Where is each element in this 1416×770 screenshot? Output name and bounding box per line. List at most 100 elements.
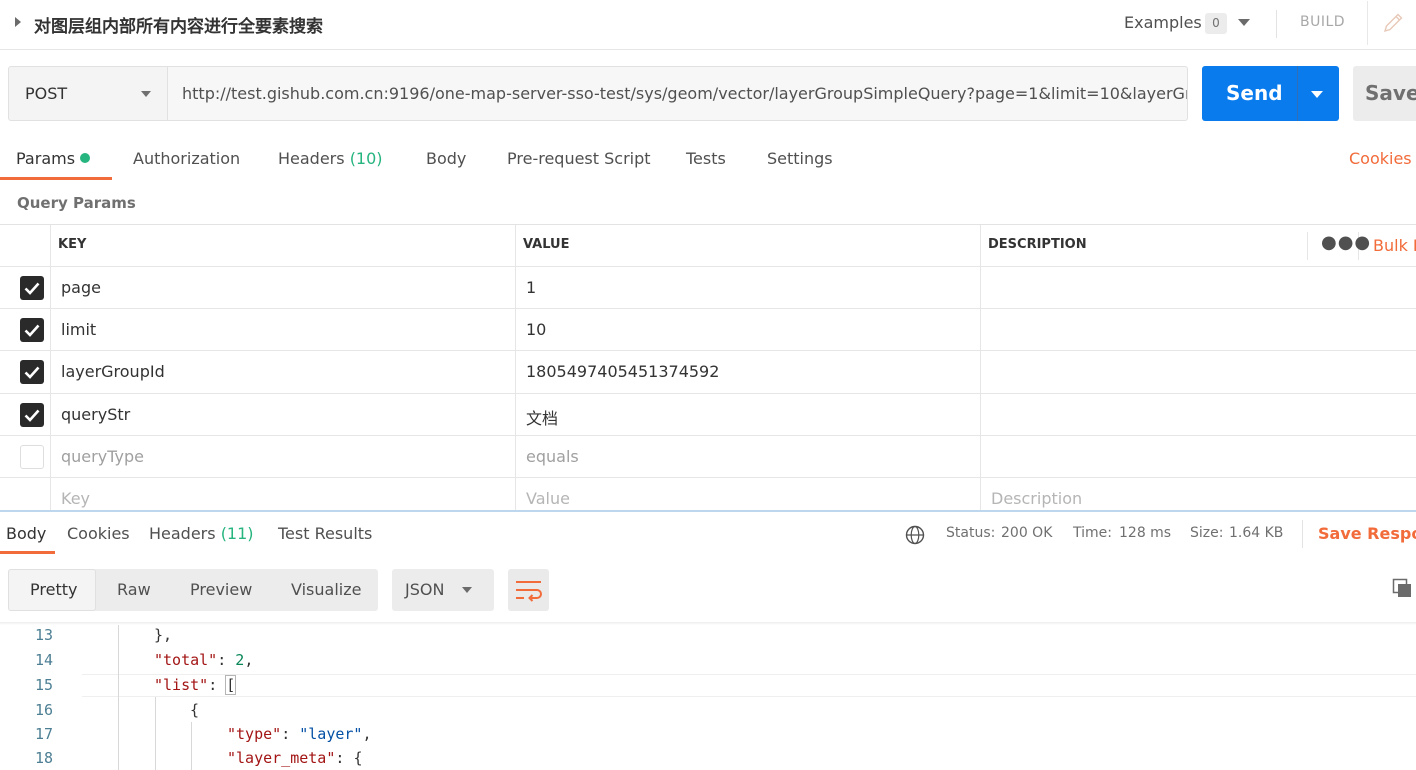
param-key[interactable]: limit	[61, 320, 96, 339]
tab-headers-label: Headers	[278, 149, 345, 168]
param-checkbox[interactable]	[20, 276, 44, 300]
new-key-input[interactable]: Key	[61, 489, 90, 508]
url-input[interactable]: http://test.gishub.com.cn:9196/one-map-s…	[167, 66, 1188, 121]
size-label: Size:	[1190, 525, 1224, 541]
column-header-description: DESCRIPTION	[988, 237, 1087, 252]
time-value[interactable]: 128 ms	[1119, 525, 1171, 541]
json-value: 2	[235, 651, 245, 669]
wrap-lines-button[interactable]	[508, 569, 549, 611]
tab-tests[interactable]: Tests	[686, 149, 726, 168]
time-label: Time:	[1073, 525, 1112, 541]
size-value[interactable]: 1.64 KB	[1229, 525, 1283, 541]
new-value-input[interactable]: Value	[526, 489, 570, 508]
chevron-down-icon	[462, 587, 472, 593]
view-pretty-button[interactable]: Pretty	[8, 569, 96, 611]
checkmark-icon	[24, 366, 40, 379]
response-tab-headers-label: Headers	[149, 524, 216, 543]
view-pretty-label: Pretty	[30, 580, 78, 599]
tab-params-label: Params	[16, 149, 76, 168]
status-divider	[1302, 520, 1303, 548]
save-label: Save	[1365, 81, 1416, 105]
param-value[interactable]: 1	[526, 278, 536, 297]
json-key: "type"	[227, 725, 282, 743]
new-description-input[interactable]: Description	[991, 489, 1082, 508]
param-key[interactable]: layerGroupId	[61, 362, 165, 381]
tab-authorization[interactable]: Authorization	[133, 149, 240, 168]
tab-prerequest-script[interactable]: Pre-request Script	[507, 149, 651, 168]
format-select[interactable]: JSON	[392, 569, 494, 611]
tab-settings[interactable]: Settings	[767, 149, 833, 168]
row-divider	[0, 477, 1416, 478]
request-title-bar: 对图层组内部所有内容进行全要素搜索 Examples 0 BUILD	[0, 0, 1416, 50]
column-header-value: VALUE	[523, 237, 570, 252]
param-checkbox[interactable]	[20, 445, 44, 469]
row-divider	[0, 435, 1416, 436]
edit-mode-button[interactable]	[1367, 1, 1416, 45]
param-checkbox[interactable]	[20, 360, 44, 384]
json-sep: :	[335, 749, 354, 767]
view-raw-button[interactable]: Raw	[117, 580, 151, 599]
response-code-editor[interactable]: 13 }, 14 "total": 2, 15 "list": [ 16 { 1…	[0, 626, 1416, 770]
response-pane-divider[interactable]	[0, 510, 1416, 512]
param-value[interactable]: 10	[526, 320, 546, 339]
format-label: JSON	[405, 580, 445, 599]
copy-icon[interactable]	[1392, 578, 1414, 604]
code-text: {	[190, 701, 200, 719]
method-label: POST	[25, 84, 68, 103]
param-key[interactable]: queryStr	[61, 405, 130, 424]
response-tab-body[interactable]: Body	[6, 524, 46, 543]
row-divider	[0, 393, 1416, 394]
tab-headers[interactable]: Headers (10)	[278, 149, 383, 168]
response-tab-test-results[interactable]: Test Results	[278, 524, 372, 543]
response-tab-headers[interactable]: Headers (11)	[149, 524, 254, 543]
chevron-down-icon	[141, 91, 151, 97]
send-button[interactable]: Send	[1202, 66, 1339, 121]
globe-icon[interactable]	[904, 524, 926, 550]
code-line: "total": 2,	[154, 651, 253, 669]
tab-body[interactable]: Body	[426, 149, 466, 168]
json-key: "total"	[154, 651, 218, 669]
collapse-caret-icon[interactable]	[15, 17, 21, 27]
title-divider	[1276, 10, 1277, 38]
row-divider	[0, 350, 1416, 351]
line-number: 14	[35, 651, 54, 669]
param-value[interactable]: 文档	[526, 405, 558, 429]
send-options-chevron-icon[interactable]	[1311, 91, 1323, 98]
line-number: 17	[35, 725, 54, 743]
send-label: Send	[1226, 81, 1283, 105]
view-mode-group: Pretty Raw Preview Visualize	[8, 569, 378, 611]
param-key[interactable]: page	[61, 278, 101, 297]
param-value[interactable]: equals	[526, 447, 579, 466]
build-mode-button[interactable]: BUILD	[1300, 14, 1345, 30]
view-visualize-button[interactable]: Visualize	[291, 580, 361, 599]
json-sep: :	[217, 651, 236, 669]
examples-button[interactable]: Examples	[1124, 13, 1202, 32]
row-divider	[0, 308, 1416, 309]
examples-dropdown-icon[interactable]	[1238, 19, 1250, 26]
view-preview-button[interactable]: Preview	[190, 580, 252, 599]
status-value[interactable]: 200 OK	[1001, 525, 1052, 541]
param-key[interactable]: queryType	[61, 447, 144, 466]
params-tab-underline	[0, 177, 112, 180]
wrap-lines-icon	[516, 581, 542, 602]
cookies-link[interactable]: Cookies	[1349, 149, 1412, 168]
params-active-dot-icon	[80, 153, 91, 163]
column-divider	[1307, 232, 1308, 260]
column-header-key: KEY	[58, 237, 87, 252]
more-options-icon[interactable]: ●●●	[1321, 232, 1371, 253]
editor-top-shadow	[0, 622, 1416, 625]
pencil-icon	[1383, 13, 1403, 33]
save-response-button[interactable]: Save Respon	[1318, 524, 1416, 543]
request-name[interactable]: 对图层组内部所有内容进行全要素搜索	[34, 12, 323, 37]
table-top-border	[0, 224, 1416, 225]
param-checkbox[interactable]	[20, 318, 44, 342]
method-select[interactable]: POST	[8, 66, 168, 121]
bulk-edit-link[interactable]: Bulk E	[1373, 236, 1416, 255]
line-number: 16	[35, 701, 54, 719]
line-number: 13	[35, 626, 54, 644]
param-value[interactable]: 1805497405451374592	[526, 362, 719, 381]
param-checkbox[interactable]	[20, 403, 44, 427]
tab-params[interactable]: Params	[16, 149, 91, 168]
save-button[interactable]: Save	[1353, 66, 1416, 121]
response-tab-cookies[interactable]: Cookies	[67, 524, 130, 543]
